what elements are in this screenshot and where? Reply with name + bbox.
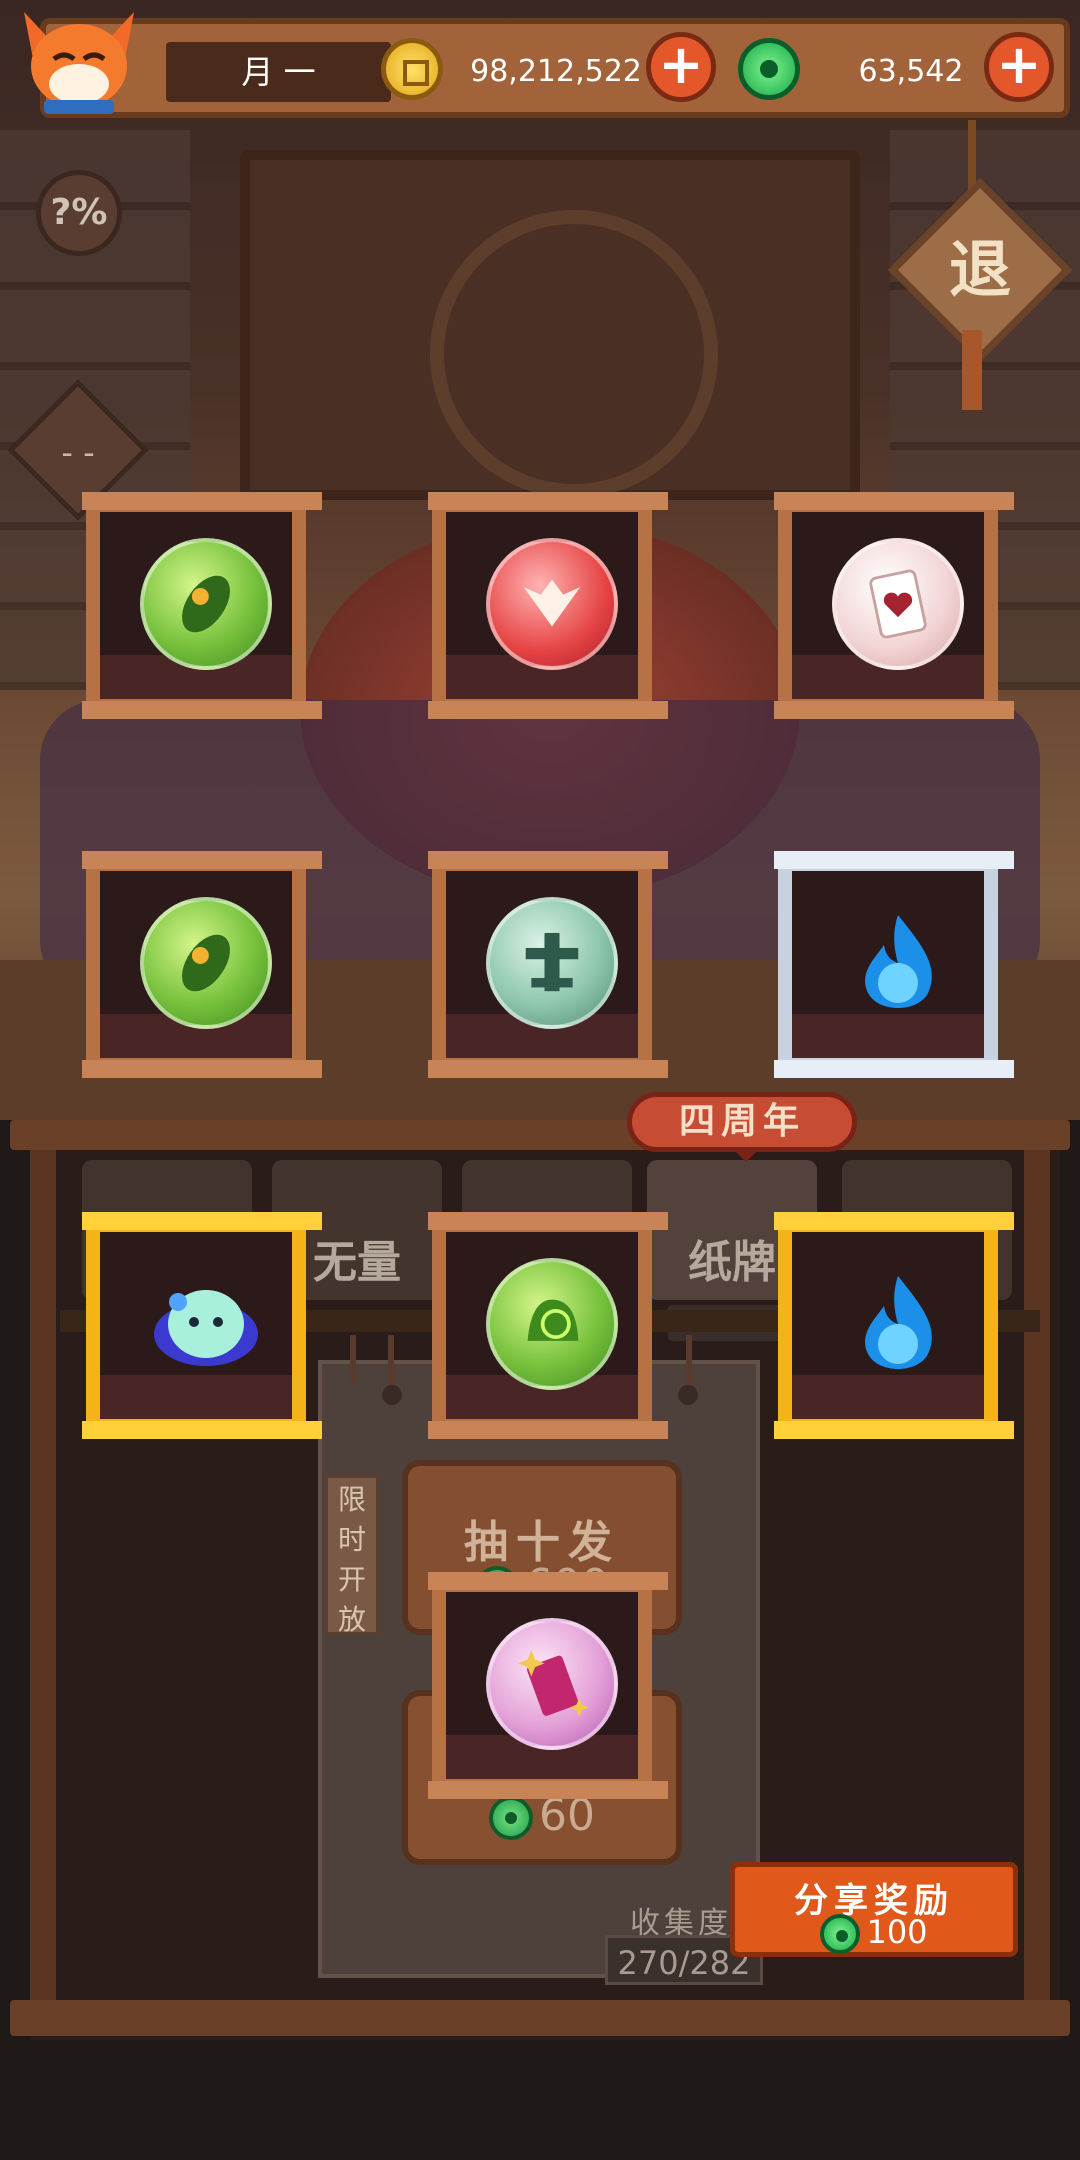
gold-coin-icon <box>381 38 443 100</box>
panel-post-right <box>1024 1150 1050 2020</box>
cord-knot <box>382 1385 402 1405</box>
green-cocoon-orb-icon <box>140 897 272 1029</box>
share-reward-amount: 100 <box>866 1913 928 1951</box>
panel-top-beam <box>10 1120 1070 1150</box>
reward-slot[interactable] <box>428 492 668 719</box>
reward-slot[interactable] <box>82 492 322 719</box>
currency-bar: 月 一 98,212,522 + 63,542 + <box>40 18 1070 118</box>
bottom-strip <box>0 2040 1080 2160</box>
reward-slot[interactable] <box>428 851 668 1078</box>
reward-slot-gold[interactable] <box>774 1212 1014 1439</box>
panel-bottom-beam <box>10 2000 1070 2036</box>
exit-label: 退 <box>948 233 1011 306</box>
share-reward-button[interactable]: 分享奖励 100 <box>730 1862 1018 1957</box>
jade-coin-icon <box>489 1796 533 1840</box>
anniversary-badge: 四周年 <box>627 1092 857 1152</box>
hanging-cord <box>350 1335 356 1385</box>
green-cocoon-orb-icon <box>140 538 272 670</box>
add-gold-button[interactable]: + <box>646 32 716 102</box>
reward-slot-gold[interactable] <box>82 1212 322 1439</box>
odds-info-button[interactable]: ?% <box>36 170 122 256</box>
exit-tassel <box>962 330 982 410</box>
blue-flame-icon <box>832 897 964 1029</box>
blue-creature-icon <box>140 1258 272 1390</box>
anniversary-badge-tip <box>732 1148 760 1162</box>
date-label: 月 一 <box>166 42 391 102</box>
red-wings-orb-icon <box>486 538 618 670</box>
add-jade-button[interactable]: + <box>984 32 1054 102</box>
jade-amount: 63,542 <box>858 54 964 89</box>
teal-totem-orb-icon <box>486 897 618 1029</box>
magenta-gem-orb-icon <box>486 1618 618 1750</box>
reward-slot[interactable] <box>774 492 1014 719</box>
reward-slot[interactable] <box>82 851 322 1078</box>
fox-mask-avatar-icon[interactable] <box>14 4 144 124</box>
blue-flame-icon <box>832 1258 964 1390</box>
jade-coin-icon <box>820 1914 861 1954</box>
hanging-cord <box>686 1335 692 1385</box>
collapse-label: - - <box>61 433 95 472</box>
reward-slot[interactable] <box>428 1572 668 1799</box>
panel-post-left <box>30 1150 56 2020</box>
jade-coin-icon <box>738 38 800 100</box>
heart-card-orb-icon <box>832 538 964 670</box>
reward-slot-silver[interactable] <box>774 851 1014 1078</box>
reward-slot[interactable] <box>428 1212 668 1439</box>
share-reward-row: 100 <box>735 1913 1013 1954</box>
green-bell-orb-icon <box>486 1258 618 1390</box>
gold-amount: 98,212,522 <box>470 54 642 89</box>
cord-knot <box>678 1385 698 1405</box>
hanging-cord <box>388 1335 394 1385</box>
limited-time-tag: 限时开放 <box>325 1475 379 1636</box>
spade-emblem-icon <box>430 210 718 498</box>
